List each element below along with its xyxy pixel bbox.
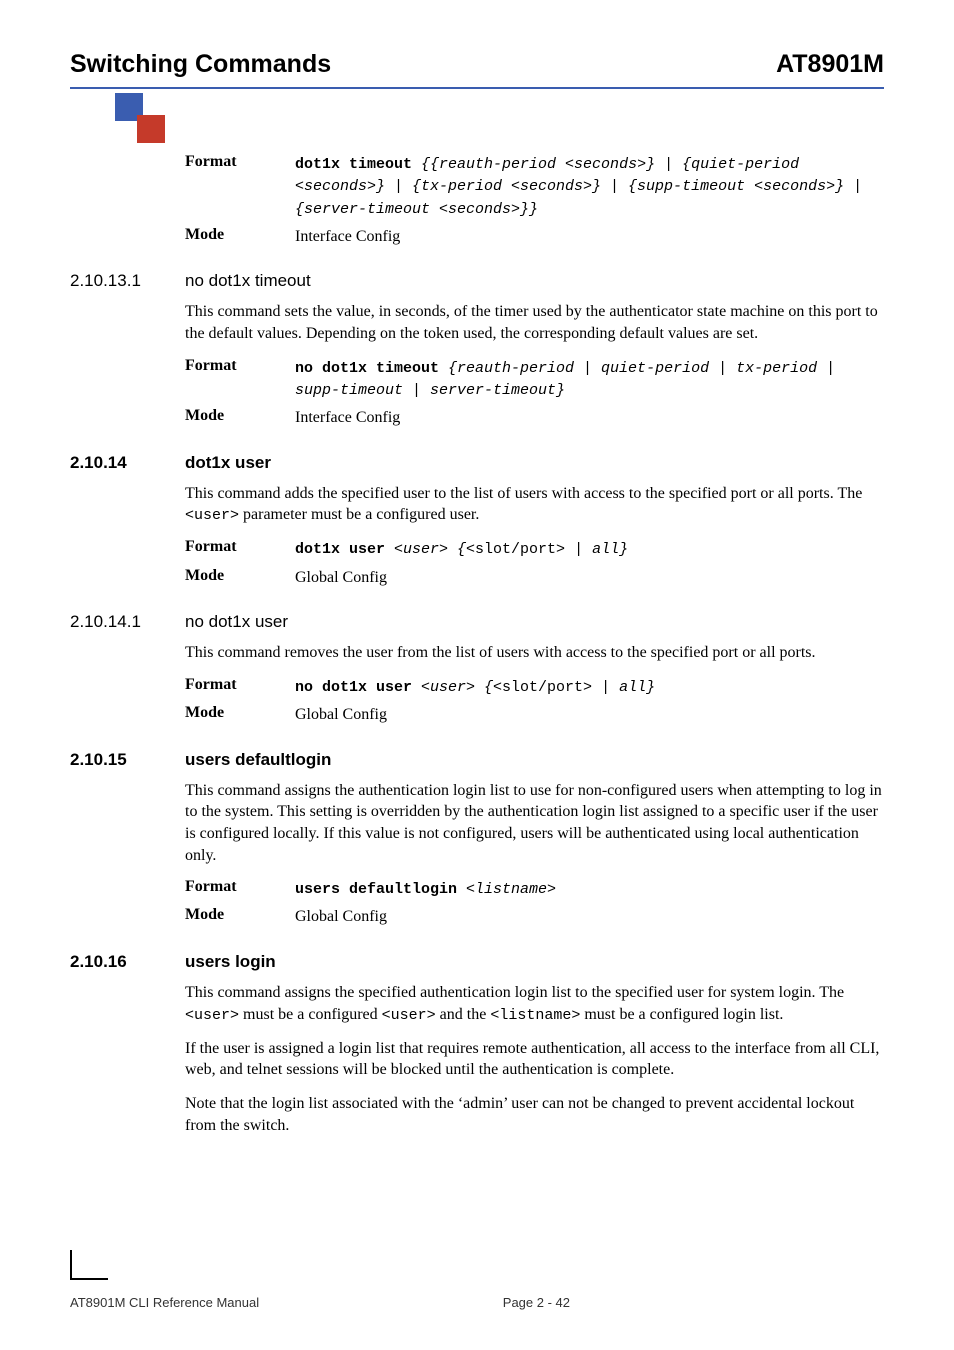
section-number: 2.10.15 [70,750,185,770]
mode-value: Global Config [295,704,884,726]
command-name: users defaultlogin [295,881,466,898]
footer-page: Page 2 - 42 [503,1295,570,1310]
text-run: must be a configured login list. [580,1006,783,1023]
page-header: Switching Commands AT8901M [70,50,884,79]
text-run: and the [436,1006,491,1023]
command-args: <listname> [466,881,556,898]
mode-value: Interface Config [295,226,884,248]
format-value: dot1x user <user> {<slot/port> | all} [295,538,884,560]
command-name: dot1x timeout [295,156,421,173]
section-title: no dot1x user [185,612,288,632]
format-value: users defaultlogin <listname> [295,878,884,900]
format-row: Format no dot1x user <user> {<slot/port>… [185,676,884,698]
page-footer: AT8901M CLI Reference Manual Page 2 - 42 [70,1295,570,1310]
text-run: This command adds the specified user to … [185,485,862,502]
command-args: <user> { [394,541,466,558]
body-paragraph: Note that the login list associated with… [185,1093,884,1136]
header-rule [70,87,884,89]
logo-icon [115,93,163,135]
mode-value: Global Config [295,906,884,928]
command-name: no dot1x timeout [295,360,448,377]
section-heading: 2.10.16 users login [185,952,884,972]
mode-label: Mode [185,704,295,726]
text-run: parameter must be a configured user. [239,506,479,523]
header-left: Switching Commands [70,50,331,79]
mode-row: Mode Global Config [185,704,884,726]
section-title: users login [185,952,276,972]
command-args: | all} [565,541,628,558]
format-value: no dot1x timeout {reauth-period | quiet-… [295,357,884,402]
mode-row: Mode Interface Config [185,407,884,429]
mode-value: Interface Config [295,407,884,429]
mode-label: Mode [185,407,295,429]
section-number: 2.10.14.1 [70,612,185,632]
section-heading: 2.10.14 dot1x user [185,453,884,473]
body-paragraph: This command assigns the specified authe… [185,982,884,1026]
body-paragraph: This command sets the value, in seconds,… [185,301,884,344]
text-run: This command assigns the specified authe… [185,984,844,1001]
inline-code: <user> [382,1007,436,1024]
format-label: Format [185,153,295,220]
command-name: dot1x user [295,541,394,558]
format-row: Format no dot1x timeout {reauth-period |… [185,357,884,402]
footer-left: AT8901M CLI Reference Manual [70,1295,259,1310]
format-label: Format [185,538,295,560]
section-title: users defaultlogin [185,750,331,770]
mode-label: Mode [185,906,295,928]
body-paragraph: This command adds the specified user to … [185,483,884,527]
section-heading: 2.10.15 users defaultlogin [185,750,884,770]
command-name: no dot1x user [295,679,421,696]
command-args: <user> { [421,679,493,696]
crop-mark-icon [70,1250,108,1280]
mode-row: Mode Global Config [185,906,884,928]
header-right: AT8901M [776,50,884,79]
format-value: dot1x timeout {{reauth-period <seconds>}… [295,153,884,220]
inline-code: <listname> [490,1007,580,1024]
mode-row: Mode Global Config [185,567,884,589]
body-paragraph: If the user is assigned a login list tha… [185,1038,884,1081]
section-heading: 2.10.14.1 no dot1x user [185,612,884,632]
format-label: Format [185,357,295,402]
inline-code: <user> [185,507,239,524]
command-plain: <slot/port> [466,541,565,558]
section-number: 2.10.16 [70,952,185,972]
format-row: Format users defaultlogin <listname> [185,878,884,900]
mode-value: Global Config [295,567,884,589]
section-number: 2.10.14 [70,453,185,473]
body-paragraph: This command assigns the authentication … [185,780,884,866]
section-number: 2.10.13.1 [70,271,185,291]
body-paragraph: This command removes the user from the l… [185,642,884,664]
command-args: | all} [592,679,655,696]
section-heading: 2.10.13.1 no dot1x timeout [185,271,884,291]
mode-label: Mode [185,226,295,248]
text-run: must be a configured [239,1006,382,1023]
page-content: Format dot1x timeout {{reauth-period <se… [185,153,884,1136]
mode-row: Mode Interface Config [185,226,884,248]
inline-code: <user> [185,1007,239,1024]
format-label: Format [185,676,295,698]
format-label: Format [185,878,295,900]
section-title: dot1x user [185,453,271,473]
section-title: no dot1x timeout [185,271,311,291]
format-row: Format dot1x user <user> {<slot/port> | … [185,538,884,560]
command-plain: <slot/port> [493,679,592,696]
mode-label: Mode [185,567,295,589]
format-row: Format dot1x timeout {{reauth-period <se… [185,153,884,220]
format-value: no dot1x user <user> {<slot/port> | all} [295,676,884,698]
